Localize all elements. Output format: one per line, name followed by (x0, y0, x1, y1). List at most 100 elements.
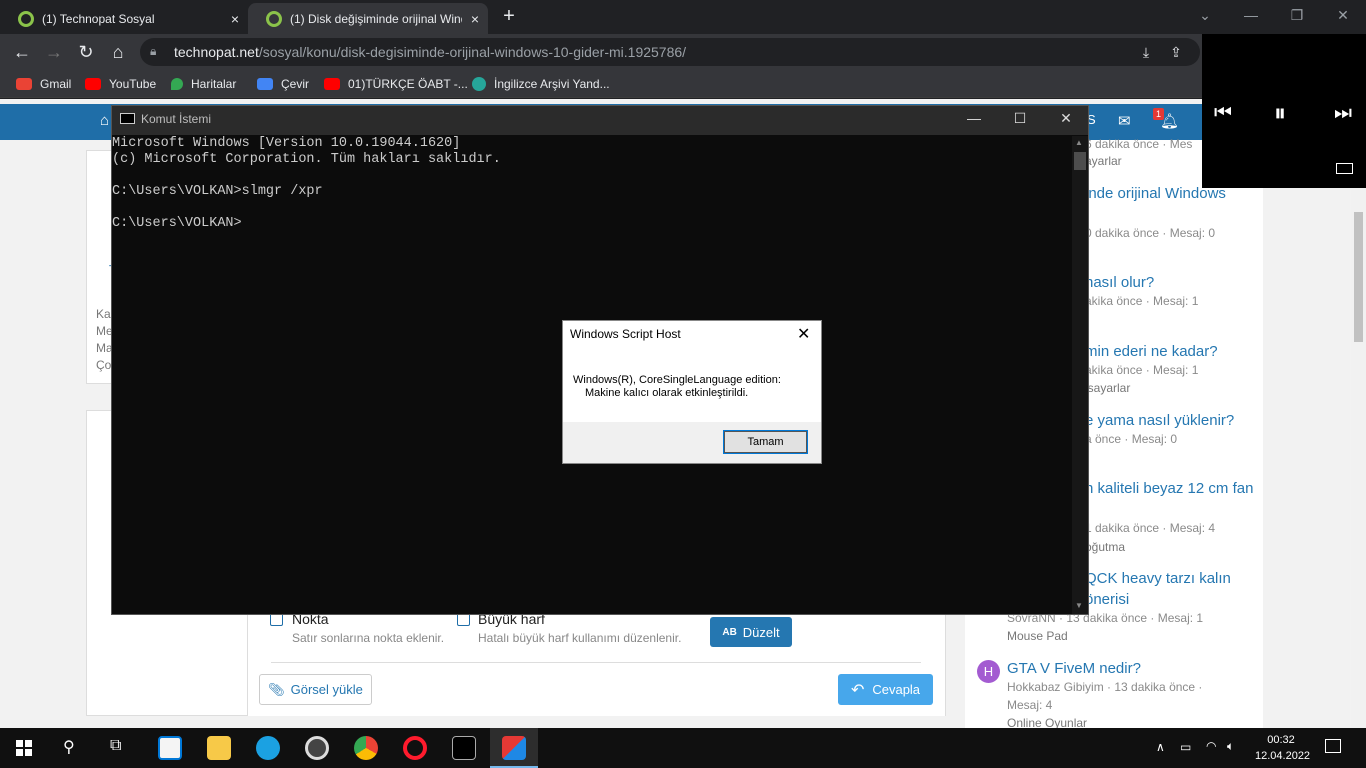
file-explorer-icon[interactable] (207, 736, 231, 760)
thread-title[interactable]: n kaliteli beyaz 12 cm fan (1085, 480, 1253, 497)
minimize-icon[interactable]: — (1228, 0, 1274, 30)
edge-icon[interactable] (256, 736, 280, 760)
cmd-titlebar[interactable] (112, 106, 1088, 135)
ok-button[interactable]: Tamam (723, 430, 808, 454)
bookmark-label: İngilizce Arşivi Yand... (494, 77, 610, 91)
chevron-up-icon[interactable]: ∧ (1156, 740, 1165, 754)
buyuk-harf-description: Hatalı büyük harf kullanımı düzenlenir. (478, 631, 682, 645)
thread-title[interactable]: nasıl olur? (1085, 274, 1154, 291)
bookmark-turkce-oabt[interactable]: 01)TÜRKÇE ÖABT -... (324, 74, 468, 94)
restore-icon[interactable]: ❐ (1274, 0, 1320, 30)
cmd-close-icon[interactable]: ✕ (1043, 110, 1089, 130)
technopat-icon (266, 10, 282, 27)
media-player-icon[interactable] (305, 736, 329, 760)
duzelt-button[interactable]: AB Düzelt (710, 617, 792, 647)
windows-start-icon[interactable] (16, 740, 32, 756)
home-icon[interactable]: ⌂ (100, 112, 109, 129)
console-line: (c) Microsoft Corporation. Tüm hakları s… (112, 152, 501, 167)
next-track-icon[interactable]: ⏭︎ (1334, 102, 1352, 125)
scroll-down-icon[interactable]: ▼ (1075, 601, 1083, 610)
notification-badge: 1 (1153, 108, 1164, 120)
youtube-icon (85, 78, 101, 90)
page-scrollbar-thumb[interactable] (1354, 212, 1363, 342)
thread-title[interactable]: önerisi (1085, 591, 1129, 608)
tab-close-icon[interactable]: × (222, 11, 248, 27)
thread-title[interactable]: QCK heavy tarzı kalın (1085, 570, 1231, 587)
chrome-icon[interactable] (354, 736, 378, 760)
cmd-app-icon (120, 113, 135, 124)
back-icon[interactable]: ← (10, 40, 34, 64)
bookmark-label: YouTube (109, 77, 157, 91)
pause-icon[interactable]: ⏸︎ (1274, 100, 1286, 128)
cmd-taskbar-icon[interactable] (452, 736, 476, 760)
thread-title[interactable]: GTA V FiveM nedir? (1007, 660, 1141, 677)
bookmark-label: Gmail (40, 77, 72, 91)
previous-track-icon[interactable]: ⏮︎ (1214, 102, 1232, 125)
bookmark-gmail[interactable]: Gmail (16, 74, 71, 94)
cevapla-button[interactable]: ↶ Cevapla (838, 674, 933, 705)
console-line: Microsoft Windows [Version 10.0.19044.16… (112, 136, 461, 151)
console-line: C:\Users\VOLKAN>slmgr /xpr (112, 184, 323, 199)
bookmark-label: 01)TÜRKÇE ÖABT -... (348, 77, 468, 91)
cmd-scrollbar[interactable] (1072, 136, 1088, 614)
avatar[interactable]: H (977, 660, 1000, 683)
tab-title: (1) Technopat Sosyal (42, 11, 155, 26)
task-view-icon[interactable]: ⧉ (110, 737, 121, 755)
close-window-icon[interactable]: ✕ (1320, 0, 1366, 30)
tab-technopat-sosyal[interactable]: (1) Technopat Sosyal × (0, 3, 248, 34)
forward-icon[interactable]: → (42, 40, 66, 64)
store-icon[interactable] (158, 736, 182, 760)
thread-forum: oğutma (1085, 540, 1126, 554)
share-icon[interactable]: ⇪ (1164, 40, 1188, 64)
bookmark-ingilizce[interactable]: İngilizce Arşivi Yand... (472, 74, 610, 94)
home-icon[interactable]: ⌂ (106, 40, 130, 64)
picture-in-picture-icon[interactable] (1336, 163, 1353, 174)
tab-search-icon[interactable]: ⌄ (1182, 0, 1228, 30)
divider (271, 662, 921, 663)
thread-meta: Hokkabaz Gibiyim · 13 dakika önce · (1007, 680, 1203, 694)
cmd-title: Komut İstemi (141, 112, 212, 126)
dialog-title: Windows Script Host (570, 327, 681, 341)
opera-icon[interactable] (403, 736, 427, 760)
cmd-maximize-icon[interactable]: ☐ (997, 110, 1043, 130)
notifications-icon[interactable] (1325, 739, 1341, 753)
lock-icon[interactable]: 🔒︎ (150, 44, 156, 59)
dialog-close-icon[interactable]: ✕ (797, 324, 810, 344)
thread-title[interactable]: e yama nasıl yüklenir? (1085, 412, 1234, 429)
duzelt-label: Düzelt (742, 624, 780, 640)
nokta-description: Satır sonlarına nokta eklenir. (292, 631, 445, 645)
thread-forum: Mouse Pad (1007, 629, 1068, 643)
tab-close-icon[interactable]: × (462, 11, 488, 27)
bookmark-haritalar[interactable]: Haritalar (171, 74, 236, 94)
new-tab-button[interactable]: + (497, 4, 521, 28)
console-output[interactable]: Microsoft Windows [Version 10.0.19044.16… (112, 136, 1072, 232)
bookmark-youtube[interactable]: YouTube (85, 74, 156, 94)
search-icon[interactable]: ⚲ (63, 737, 75, 757)
mail-icon[interactable]: ✉ (1118, 112, 1131, 130)
scroll-up-icon[interactable]: ▲ (1075, 138, 1083, 147)
reload-icon[interactable]: ↻ (74, 40, 98, 64)
gmail-icon (16, 78, 32, 90)
cmd-scrollbar-thumb[interactable] (1074, 152, 1086, 170)
technopat-icon (18, 10, 34, 27)
maps-icon (171, 78, 183, 90)
thread-forum: isayarlar (1085, 381, 1131, 395)
battery-icon[interactable]: ▭ (1180, 740, 1191, 754)
gorsel-yukle-button[interactable]: 📎︎ Görsel yükle (259, 674, 372, 705)
thread-meta: akika önce · Mesaj: 1 (1085, 363, 1199, 377)
thread-title[interactable]: min ederi ne kadar? (1085, 343, 1218, 360)
wifi-icon[interactable]: ◠ (1206, 739, 1216, 753)
script-host-icon (502, 736, 526, 760)
clock[interactable]: 00:32 12.04.2022 (1255, 732, 1310, 764)
bookmark-cevir[interactable]: Çevir (257, 74, 309, 94)
thread-meta: a önce · Mesaj: 0 (1085, 432, 1178, 446)
left-fragment: Ço (96, 358, 112, 372)
cmd-minimize-icon[interactable]: — (951, 110, 997, 130)
volume-icon[interactable]: 🔈︎ (1227, 739, 1234, 754)
install-icon[interactable]: ⤓ (1134, 40, 1158, 64)
tab-disk-degisiminde[interactable]: (1) Disk değişiminde orijinal Wind × (248, 3, 488, 34)
youtube-icon (324, 78, 340, 90)
url-text[interactable]: technopat.net/sosyal/konu/disk-degisimin… (174, 44, 686, 60)
